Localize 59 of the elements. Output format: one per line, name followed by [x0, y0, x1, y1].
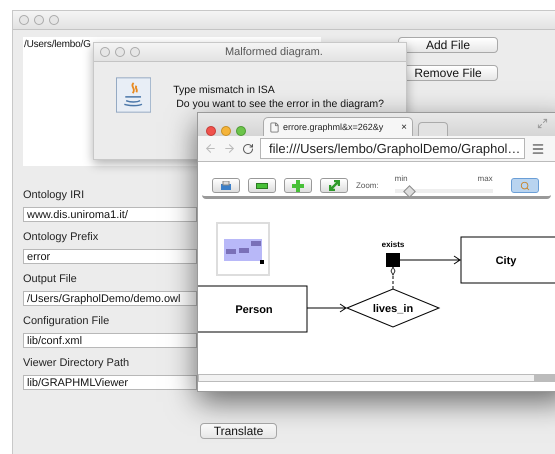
zoom-min-label: min [394, 174, 408, 183]
dialog-message: Do you want to see the error in the diagram? [175, 98, 384, 110]
text-field[interactable]: /Users/GrapholDemo/demo.owl [23, 291, 197, 306]
diagonal-arrows-icon [328, 180, 340, 191]
plus-icon [292, 180, 304, 192]
field-label: Ontology IRI [23, 189, 86, 201]
text-field[interactable]: lib/conf.xml [23, 333, 197, 348]
forward-icon[interactable] [223, 142, 236, 155]
dialog-message: Type mismatch in ISA [173, 84, 276, 96]
minus-icon [256, 182, 268, 188]
close-button[interactable] [100, 47, 110, 57]
minimize-button[interactable] [115, 47, 125, 57]
close-button[interactable] [19, 15, 29, 25]
menu-icon[interactable] [531, 142, 545, 156]
fit-button[interactable] [320, 178, 348, 193]
zoom-button[interactable] [49, 15, 59, 25]
tab-close-button[interactable]: × [401, 122, 407, 132]
field-label: Viewer Directory Path [23, 357, 130, 369]
search-icon [520, 180, 530, 190]
text-field[interactable]: lib/GRAPHMLViewer [23, 375, 197, 390]
text-field[interactable]: error [23, 249, 197, 264]
field-label: Ontology Prefix [23, 231, 100, 243]
new-tab-button[interactable] [418, 122, 448, 136]
arrow [400, 256, 461, 264]
zoom-button[interactable] [236, 126, 246, 136]
back-icon[interactable] [204, 142, 217, 155]
zoom-max-label: max [478, 174, 493, 183]
translate-button[interactable]: Translate [200, 423, 277, 439]
zoom-in-button[interactable] [284, 178, 312, 193]
dialog-title: Malformed diagram. [225, 46, 323, 58]
arrow [306, 304, 347, 312]
diagram-thumbnail[interactable] [216, 222, 270, 276]
zoom-out-button[interactable] [248, 178, 276, 193]
concept-node: City [460, 236, 555, 284]
field-label: Configuration File [23, 315, 110, 327]
node-label: exists [382, 240, 404, 249]
address-bar[interactable]: file:///Users/lembo/GrapholDemo/Graphol… [260, 138, 525, 159]
minimize-button[interactable] [221, 126, 231, 136]
fullscreen-icon[interactable] [537, 118, 548, 129]
minimize-button[interactable] [34, 15, 44, 25]
close-button[interactable] [206, 126, 216, 136]
text-field[interactable]: www.dis.uniroma1.it/ [23, 207, 197, 222]
role-node: lives_in [346, 288, 440, 328]
add-file-button[interactable]: Add File [398, 37, 498, 53]
concept-node: Person [198, 286, 308, 332]
reload-icon[interactable] [242, 142, 254, 154]
printer-icon [220, 181, 232, 190]
page-icon [269, 122, 280, 132]
field-label: Output File [23, 273, 78, 285]
dashed-connector [390, 266, 396, 290]
java-cup-icon [116, 76, 152, 114]
zoom-label: Zoom: [356, 181, 379, 190]
slider-thumb[interactable] [404, 185, 416, 198]
browser-tab[interactable]: errore.graphml&x=262&y × [263, 117, 413, 136]
zoom-button[interactable] [130, 47, 140, 57]
search-button[interactable] [510, 178, 539, 193]
print-button[interactable] [212, 178, 240, 193]
scrollbar[interactable] [198, 374, 555, 382]
restriction-node [386, 253, 400, 267]
